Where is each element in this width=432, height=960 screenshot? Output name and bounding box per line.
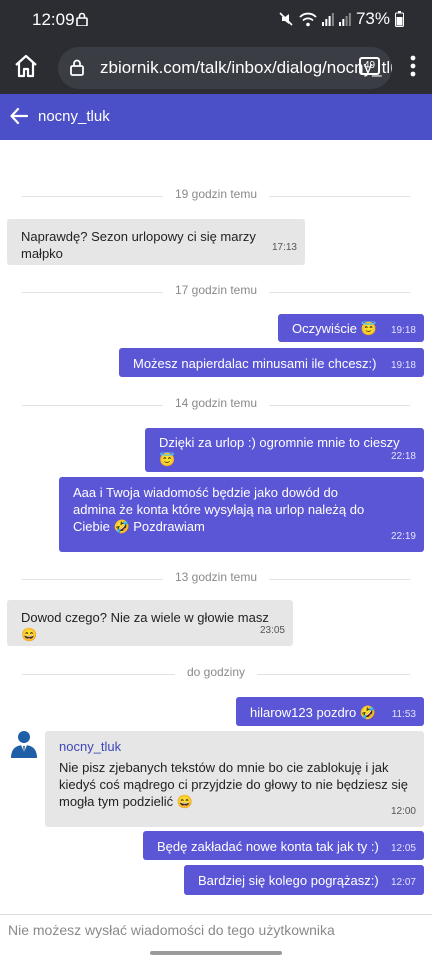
- time-separator: do godziny: [22, 665, 410, 683]
- message-time: 19:18: [390, 325, 416, 336]
- status-time: 12:09: [32, 10, 75, 29]
- message-time: 12:05: [390, 843, 416, 854]
- tabs-button[interactable]: 49: [359, 57, 380, 75]
- wifi-icon: [299, 12, 317, 26]
- message-incoming: Naprawdę? Sezon urlopowy ci się marzy ma…: [7, 219, 305, 265]
- message-time: 17:13: [271, 242, 297, 253]
- message-text: Nie pisz zjebanych tekstów do mnie bo ci…: [59, 760, 409, 809]
- message-time: 22:19: [390, 531, 416, 542]
- status-bar: 12:09 73%: [0, 0, 432, 40]
- status-icons: 73%: [278, 9, 404, 29]
- message-time: 19:18: [390, 360, 416, 371]
- message-outgoing: Aaa i Twoja wiadomość będzie jako dowód …: [59, 477, 424, 552]
- message-text: Aaa i Twoja wiadomość będzie jako dowód …: [73, 485, 365, 534]
- message-outgoing: Bardziej się kolego pogrążasz:) 12:07: [184, 865, 424, 895]
- home-icon[interactable]: [13, 53, 39, 79]
- message-outgoing: Możesz napierdalac minusami ile chcesz:)…: [119, 348, 424, 377]
- message-outgoing: hilarow123 pozdro 🤣 11:53: [236, 697, 424, 726]
- message-outgoing: Dzięki za urlop :) ogromnie mnie to cies…: [145, 428, 424, 472]
- message-incoming: Dowod czego? Nie za wiele w głowie masz …: [7, 600, 293, 646]
- message-outgoing: Będę zakładać nowe konta tak jak ty :) 1…: [143, 831, 424, 860]
- message-thread[interactable]: 19 godzin temu Naprawdę? Sezon urlopowy …: [0, 140, 432, 914]
- battery-icon: [395, 11, 404, 27]
- disabled-compose-bar: Nie możesz wysłać wiadomości do tego uży…: [0, 914, 432, 948]
- message-time: 12:00: [390, 806, 416, 817]
- signal-icon-1: [321, 13, 334, 26]
- message-time: 22:18: [390, 451, 416, 462]
- more-menu-icon[interactable]: [410, 54, 416, 78]
- message-text: Naprawdę? Sezon urlopowy ci się marzy ma…: [21, 229, 256, 261]
- chat-header: nocny_tluk: [0, 94, 432, 140]
- message-text: Dowod czego? Nie za wiele w głowie masz …: [21, 610, 269, 642]
- lock-status-icon: [76, 12, 88, 26]
- time-separator: 19 godzin temu: [22, 187, 410, 205]
- message-text: Możesz napierdalac minusami ile chcesz:): [133, 356, 377, 371]
- mute-icon: [279, 12, 293, 26]
- home-indicator[interactable]: [150, 951, 282, 955]
- time-separator: 14 godzin temu: [22, 396, 410, 414]
- signal-icon-2: [338, 13, 351, 26]
- cannot-send-notice: Nie możesz wysłać wiadomości do tego uży…: [8, 922, 335, 938]
- time-separator: 17 godzin temu: [22, 283, 410, 301]
- message-incoming-with-sender: nocny_tluk Nie pisz zjebanych tekstów do…: [45, 731, 424, 827]
- message-time: 12:07: [390, 877, 416, 888]
- message-time: 23:05: [259, 625, 285, 636]
- message-time: 11:53: [391, 709, 416, 720]
- sender-name[interactable]: nocny_tluk: [59, 738, 410, 755]
- message-text: Dzięki za urlop :) ogromnie mnie to cies…: [159, 435, 400, 467]
- message-outgoing: Oczywiście 😇 19:18: [278, 314, 424, 342]
- chat-title[interactable]: nocny_tluk: [38, 108, 110, 125]
- url-text[interactable]: zbiornik.com/talk/inbox/dialog/nocny_tlu…: [100, 58, 392, 78]
- message-text: Bardziej się kolego pogrążasz:): [198, 873, 379, 888]
- time-separator: 13 godzin temu: [22, 570, 410, 588]
- battery-percent: 73%: [355, 9, 390, 28]
- avatar[interactable]: [8, 727, 40, 759]
- secure-lock-icon[interactable]: [70, 59, 84, 76]
- message-text: Będę zakładać nowe konta tak jak ty :): [157, 839, 379, 854]
- back-arrow-icon[interactable]: [10, 107, 28, 125]
- message-text: hilarow123 pozdro 🤣: [250, 705, 377, 720]
- address-bar[interactable]: zbiornik.com/talk/inbox/dialog/nocny_tlu…: [58, 47, 392, 89]
